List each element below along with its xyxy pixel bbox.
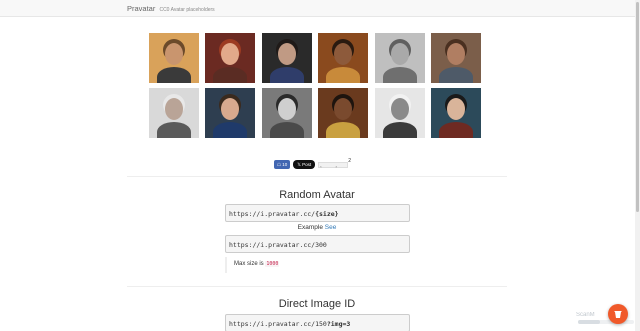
avatar-image[interactable] bbox=[149, 33, 199, 83]
brand-name[interactable]: Pravatar bbox=[127, 4, 155, 13]
share-count: 2 bbox=[348, 158, 351, 164]
example-line: Example See bbox=[127, 224, 507, 231]
avatar-image[interactable] bbox=[431, 88, 481, 138]
max-size-note: Max size is 1000 bbox=[225, 257, 410, 273]
scanm-watermark: ScanM bbox=[576, 312, 595, 318]
navbar: Pravatar CC0 Avatar placeholders bbox=[0, 0, 635, 17]
max-size-text: Max size is bbox=[234, 261, 264, 267]
direct-image-url-param: ?img=3 bbox=[326, 320, 351, 328]
direct-image-url-prefix: https://i.pravatar.cc/150 bbox=[229, 320, 327, 328]
avatar-image[interactable] bbox=[205, 88, 256, 138]
twitter-post-label: 𝕏 Post bbox=[297, 161, 312, 167]
direct-image-heading: Direct Image ID bbox=[278, 298, 356, 310]
avatar-image[interactable] bbox=[318, 88, 369, 138]
avatar-image[interactable] bbox=[318, 33, 369, 83]
direct-image-url-code: https://i.pravatar.cc/150?img=3 bbox=[225, 314, 410, 331]
twitter-post-button[interactable]: 𝕏 Post bbox=[293, 160, 316, 169]
example-text: Example bbox=[297, 224, 323, 231]
random-avatar-url-prefix: https://i.pravatar.cc/ bbox=[229, 210, 316, 218]
navbar-brand[interactable]: Pravatar CC0 Avatar placeholders bbox=[127, 4, 215, 13]
share-counter[interactable]: ‹› 2 bbox=[318, 158, 351, 169]
bucket-icon[interactable] bbox=[608, 304, 628, 324]
avatar-image[interactable] bbox=[374, 33, 425, 83]
watermark-progress bbox=[578, 320, 634, 324]
random-avatar-heading: Random Avatar bbox=[279, 189, 355, 201]
random-avatar-url-code: https://i.pravatar.cc/{size} bbox=[225, 204, 410, 222]
avatar-image[interactable] bbox=[261, 88, 312, 138]
example-url-code: https://i.pravatar.cc/300 bbox=[225, 235, 410, 253]
avatar-image[interactable] bbox=[149, 88, 199, 138]
avatar-grid bbox=[149, 33, 481, 139]
avatar-image[interactable] bbox=[261, 33, 312, 83]
scrollbar-thumb[interactable] bbox=[636, 2, 639, 212]
share-arrows-icon: ‹› bbox=[320, 164, 351, 169]
facebook-like-label: ☖ 10 bbox=[277, 161, 288, 167]
max-size-value: 1000 bbox=[265, 261, 280, 267]
avatar-image[interactable] bbox=[374, 88, 425, 138]
example-url: https://i.pravatar.cc/300 bbox=[229, 241, 327, 249]
avatar-image[interactable] bbox=[431, 33, 481, 83]
facebook-like-button[interactable]: ☖ 10 bbox=[274, 160, 291, 169]
divider bbox=[127, 176, 507, 177]
random-avatar-url-param: {size} bbox=[315, 210, 339, 218]
example-see-link[interactable]: See bbox=[325, 224, 337, 231]
page-scrollbar[interactable] bbox=[635, 0, 640, 331]
social-buttons: ☖ 10 𝕏 Post ‹› 2 bbox=[274, 158, 351, 169]
brand-tagline: CC0 Avatar placeholders bbox=[159, 7, 215, 13]
divider bbox=[127, 286, 507, 287]
avatar-image[interactable] bbox=[205, 33, 256, 83]
